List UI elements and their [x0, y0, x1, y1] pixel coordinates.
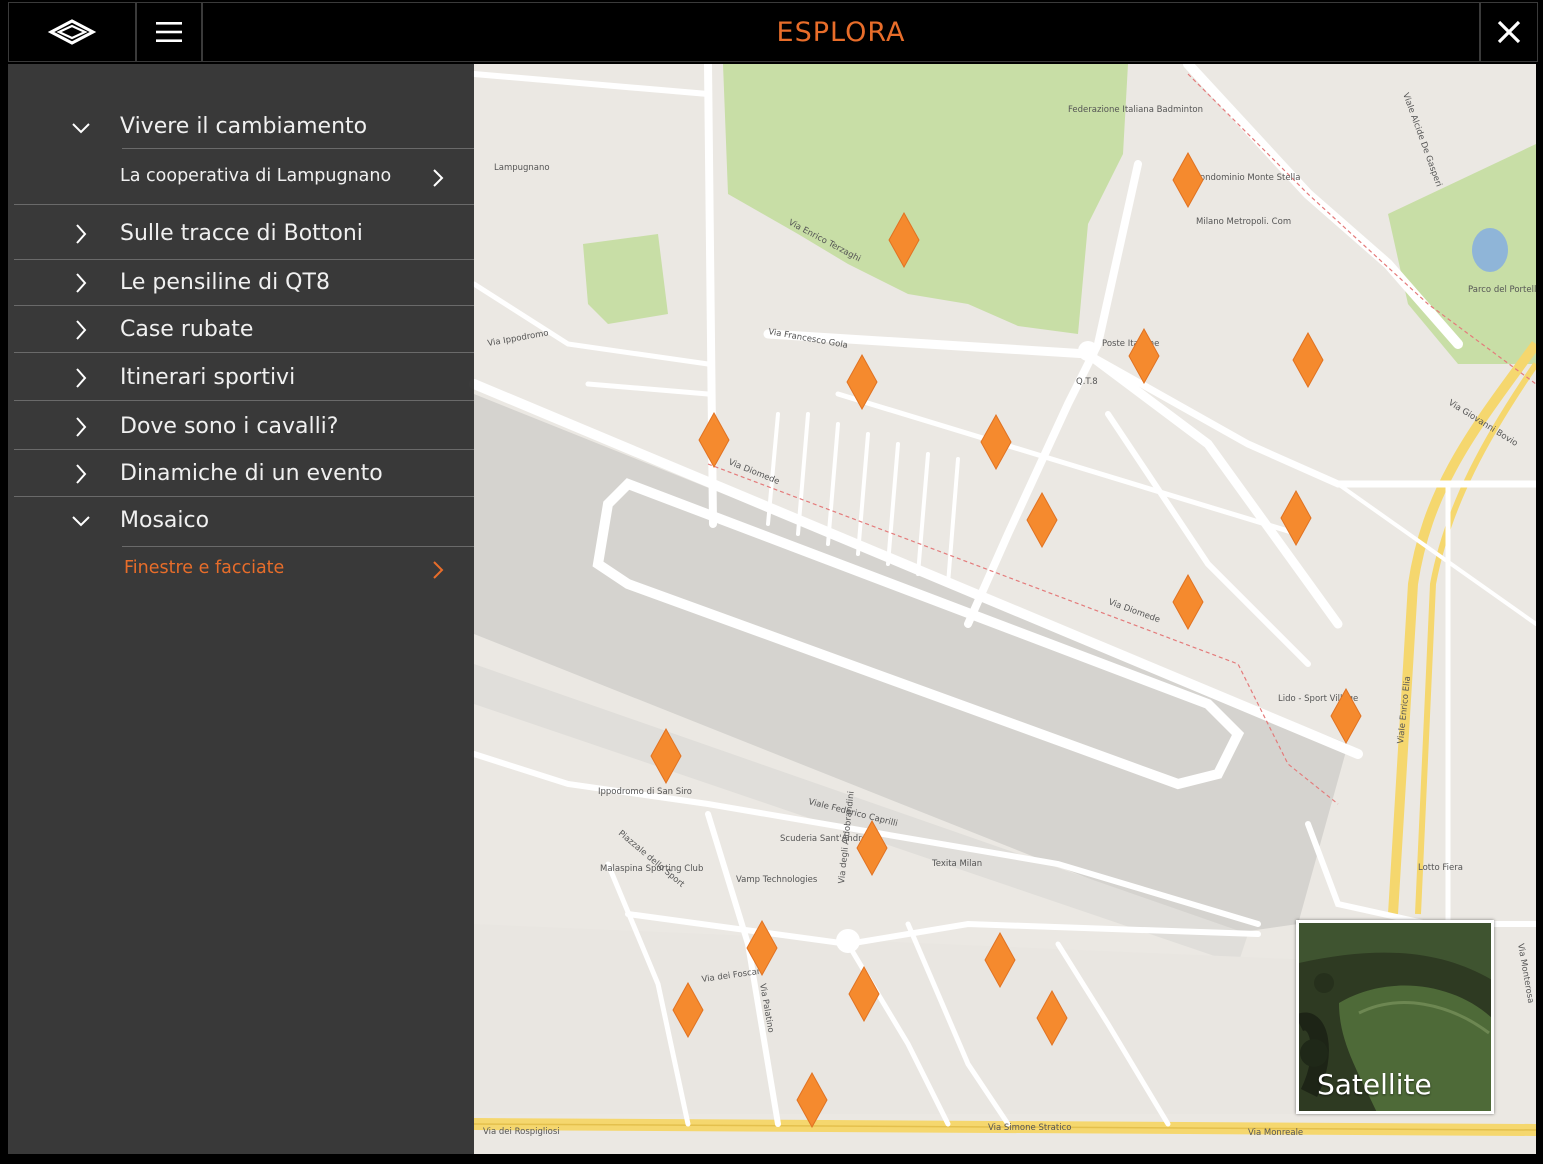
close-icon — [1497, 20, 1521, 44]
map-label: Piazzale dello Sport — [616, 829, 687, 890]
sidebar-item-label: Mosaico — [120, 508, 210, 533]
map-marker[interactable] — [796, 1071, 828, 1129]
sidebar-item-label: Sulle tracce di Bottoni — [120, 221, 363, 246]
divider — [14, 204, 474, 205]
sidebar-item-dinamiche-di-un-evento[interactable]: Dinamiche di un evento — [14, 454, 474, 494]
map-label: Via Ippodromo — [487, 328, 550, 349]
map-label: Viale Enrico Elia — [1396, 676, 1413, 745]
map-marker[interactable] — [1026, 491, 1058, 549]
map-label: Q.T.8 — [1076, 377, 1098, 387]
map-label: Vamp Technologies — [736, 875, 818, 885]
map-marker[interactable] — [1128, 327, 1160, 385]
chevron-right-icon — [76, 224, 87, 244]
sidebar-item-sulle-tracce-di-bottoni[interactable]: Sulle tracce di Bottoni — [14, 214, 474, 254]
sidebar-item-dove-sono-i-cavalli[interactable]: Dove sono i cavalli? — [14, 407, 474, 447]
sidebar-item-itinerari-sportivi[interactable]: Itinerari sportivi — [14, 358, 474, 398]
header-title-bar: ESPLORA — [202, 2, 1480, 62]
chevron-down-icon — [72, 516, 90, 527]
sidebar-item-label: Vivere il cambiamento — [120, 114, 368, 139]
chevron-right-icon — [76, 368, 87, 388]
chevron-right-icon — [433, 169, 444, 187]
map-marker[interactable] — [1292, 331, 1324, 389]
map-marker[interactable] — [984, 931, 1016, 989]
map-marker[interactable] — [856, 819, 888, 877]
divider — [122, 148, 474, 149]
sidebar-subitem-la-cooperativa[interactable]: La cooperativa di Lampugnano — [14, 158, 474, 198]
map-marker[interactable] — [846, 353, 878, 411]
sidebar-item-label: Itinerari sportivi — [120, 365, 296, 390]
sidebar-item-vivere-il-cambiamento[interactable]: Vivere il cambiamento — [14, 108, 474, 148]
sidebar-subitem-label: La cooperativa di Lampugnano — [120, 166, 392, 186]
page-title: ESPLORA — [776, 16, 906, 48]
map-label: Via Monreale — [1248, 1128, 1303, 1138]
sidebar-item-label: Case rubate — [120, 317, 254, 342]
map-label: Lampugnano — [494, 163, 550, 173]
map-marker[interactable] — [650, 727, 682, 785]
sidebar-item-mosaico[interactable]: Mosaico — [14, 501, 474, 541]
satellite-toggle[interactable]: Satellite — [1296, 920, 1494, 1114]
chevron-right-icon — [76, 464, 87, 484]
map-label: Parco del Portello — [1468, 285, 1536, 295]
logo-icon — [47, 19, 97, 45]
map-marker[interactable] — [1036, 989, 1068, 1047]
chevron-down-icon — [72, 123, 90, 134]
sidebar-item-case-rubate[interactable]: Case rubate — [14, 310, 474, 350]
map-marker[interactable] — [888, 211, 920, 269]
chevron-right-icon — [76, 320, 87, 340]
map-marker[interactable] — [848, 965, 880, 1023]
map-marker[interactable] — [1172, 151, 1204, 209]
map-label: Via Simone Stratico — [988, 1123, 1071, 1133]
map-marker[interactable] — [746, 919, 778, 977]
divider — [14, 496, 474, 497]
divider — [14, 449, 474, 450]
map-label: Condominio Monte Stella — [1194, 173, 1301, 183]
map-marker[interactable] — [672, 981, 704, 1039]
map-label: Milano Metropoli. Com — [1196, 217, 1291, 227]
sidebar-item-label: Dove sono i cavalli? — [120, 414, 339, 439]
sidebar-subitem-finestre-e-facciate[interactable]: Finestre e facciate — [14, 550, 474, 590]
satellite-label: Satellite — [1317, 1068, 1432, 1101]
map-label: Viale Alcide De Gasperi — [1400, 92, 1443, 189]
top-bar: ESPLORA — [0, 0, 1543, 64]
divider — [14, 400, 474, 401]
sidebar-item-label: Le pensiline di QT8 — [120, 270, 330, 295]
hamburger-menu-button[interactable] — [136, 2, 202, 62]
map-label: Via dei Rospigliosi — [483, 1127, 560, 1137]
map-marker[interactable] — [698, 411, 730, 469]
sidebar-menu: Vivere il cambiamento La cooperativa di … — [8, 64, 474, 1154]
map-label: Via Monterosa — [1515, 943, 1535, 1004]
logo-button[interactable] — [8, 2, 136, 62]
map-label: Lotto Fiera — [1418, 863, 1463, 873]
map-label: Malaspina Sporting Club — [600, 864, 703, 874]
map-marker[interactable] — [1330, 687, 1362, 745]
chevron-right-icon — [76, 273, 87, 293]
map-label: Federazione Italiana Badminton — [1068, 105, 1203, 115]
map-label: Ippodromo di San Siro — [598, 787, 692, 797]
hamburger-icon — [156, 22, 182, 42]
divider — [14, 259, 474, 260]
map-marker[interactable] — [1172, 573, 1204, 631]
sidebar-item-label: Dinamiche di un evento — [120, 461, 383, 486]
map-label: Via Diomede — [1107, 597, 1161, 625]
chevron-right-icon — [76, 417, 87, 437]
close-button[interactable] — [1480, 2, 1538, 62]
map-label: Texita Milan — [931, 859, 982, 869]
chevron-right-icon — [433, 561, 444, 579]
divider — [14, 352, 474, 353]
divider — [14, 305, 474, 306]
divider — [122, 546, 474, 547]
map-marker[interactable] — [1280, 489, 1312, 547]
map-marker[interactable] — [980, 413, 1012, 471]
sidebar-subitem-label: Finestre e facciate — [124, 558, 285, 578]
sidebar-item-le-pensiline-di-qt8[interactable]: Le pensiline di QT8 — [14, 263, 474, 303]
map-label: Via Francesco Gola — [767, 327, 848, 351]
